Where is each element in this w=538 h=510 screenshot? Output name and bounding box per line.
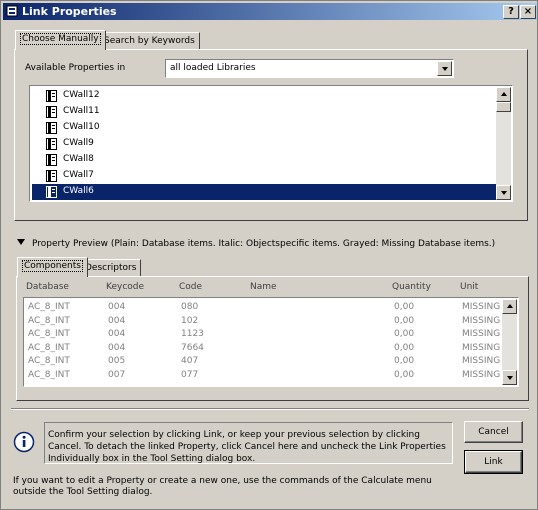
column-header[interactable]: Database bbox=[26, 282, 69, 292]
library-list[interactable]: CWall12 CWall11 CWall10 CWall9 CWall8 CWall7 C… bbox=[29, 85, 513, 202]
table-cell: AC_8_INT bbox=[28, 315, 70, 326]
table-cell: MISSING bbox=[462, 369, 501, 380]
list-item[interactable]: CWall10 bbox=[32, 120, 496, 136]
list-item[interactable]: CWall11 bbox=[32, 104, 496, 120]
tab-components-label: Components bbox=[22, 260, 83, 272]
window-title: Link Properties bbox=[22, 5, 117, 18]
library-name: CWall9 bbox=[63, 138, 94, 148]
list-item[interactable]: CWall7 bbox=[32, 168, 496, 184]
link-button[interactable]: Link bbox=[464, 450, 523, 474]
tab-descriptors[interactable]: Descriptors bbox=[80, 259, 142, 277]
collapse-triangle-icon[interactable] bbox=[17, 239, 26, 247]
library-name: CWall8 bbox=[63, 154, 94, 164]
table-cell: 407 bbox=[181, 356, 199, 366]
components-grid[interactable]: AC_8_INT 004 080 0,00 MISSING AC_8_INT 004 102 0… bbox=[23, 297, 519, 387]
scroll-down-button[interactable] bbox=[496, 185, 511, 200]
column-header[interactable]: Keycode bbox=[106, 282, 144, 292]
scroll-thumb[interactable] bbox=[496, 102, 511, 112]
table-row[interactable]: AC_8_INT 004 102 0,00 MISSING bbox=[26, 315, 506, 329]
list-item[interactable]: CWall12 bbox=[32, 88, 496, 104]
column-header[interactable]: Quantity bbox=[392, 282, 431, 292]
library-file-icon bbox=[46, 170, 57, 182]
table-cell: 0,00 bbox=[394, 342, 415, 353]
library-list-scrollbar[interactable] bbox=[496, 87, 511, 200]
library-name: CWall7 bbox=[63, 170, 94, 180]
list-item[interactable]: CWall9 bbox=[32, 136, 496, 152]
table-cell: MISSING bbox=[462, 315, 501, 326]
table-cell: 0,00 bbox=[394, 356, 415, 366]
scroll-up-button[interactable] bbox=[496, 87, 511, 102]
dropdown-arrow-icon[interactable] bbox=[437, 61, 452, 76]
grid-scroll-down-button[interactable] bbox=[502, 370, 517, 385]
tab-components[interactable]: Components bbox=[17, 257, 88, 277]
table-row[interactable]: AC_8_INT 004 080 0,00 MISSING bbox=[26, 301, 506, 315]
table-cell: MISSING bbox=[462, 342, 501, 353]
table-cell: AC_8_INT bbox=[28, 329, 70, 339]
table-row[interactable]: AC_8_INT 007 077 0,00 MISSING bbox=[26, 369, 506, 383]
table-cell: 004 bbox=[108, 315, 126, 326]
separator bbox=[11, 408, 529, 410]
library-name: CWall11 bbox=[63, 106, 100, 116]
library-name: CWall10 bbox=[63, 122, 100, 132]
app-icon bbox=[6, 5, 18, 17]
table-cell: 004 bbox=[108, 342, 126, 353]
library-file-icon bbox=[46, 138, 57, 150]
table-cell: 004 bbox=[108, 302, 126, 312]
library-name: CWall6 bbox=[63, 186, 94, 196]
info-icon bbox=[13, 431, 35, 453]
info-message-box: Confirm your selection by clicking Link,… bbox=[44, 422, 453, 464]
list-item[interactable]: CWall8 bbox=[32, 152, 496, 168]
link-properties-dialog: Link Properties ? × Choose Manually Sear… bbox=[0, 0, 538, 510]
list-item[interactable]: CWall6 bbox=[32, 184, 496, 200]
library-scope-select[interactable]: all loaded Libraries bbox=[165, 59, 454, 78]
tab-descriptors-label: Descriptors bbox=[85, 263, 137, 273]
table-cell: 004 bbox=[108, 329, 126, 339]
table-cell: 0,00 bbox=[394, 369, 415, 380]
info-message-text: Confirm your selection by clicking Link,… bbox=[48, 430, 446, 464]
table-row[interactable]: AC_8_INT 004 1123 0,00 MISSING bbox=[26, 328, 506, 342]
library-file-icon bbox=[46, 122, 57, 134]
library-name: CWall12 bbox=[63, 90, 100, 100]
column-header[interactable]: Code bbox=[179, 282, 202, 292]
table-cell: MISSING bbox=[462, 302, 501, 312]
table-cell: AC_8_INT bbox=[28, 369, 70, 380]
tab-search-by-keywords[interactable]: Search by Keywords bbox=[99, 32, 200, 50]
column-header[interactable]: Name bbox=[250, 282, 277, 292]
tab-search-by-keywords-label: Search by Keywords bbox=[104, 36, 195, 46]
table-cell: AC_8_INT bbox=[28, 302, 70, 312]
footnote-text: If you want to edit a Property or create… bbox=[13, 476, 432, 497]
help-button[interactable]: ? bbox=[503, 5, 519, 19]
table-cell: 005 bbox=[108, 356, 126, 366]
table-cell: 1123 bbox=[181, 329, 204, 339]
table-cell: 0,00 bbox=[394, 315, 415, 326]
grid-scroll-up-button[interactable] bbox=[502, 299, 517, 314]
tab-choose-manually-label: Choose Manually bbox=[20, 33, 101, 45]
library-file-icon bbox=[46, 106, 57, 118]
column-header[interactable]: Unit bbox=[460, 282, 478, 292]
table-cell: AC_8_INT bbox=[28, 356, 70, 366]
tab-choose-manually[interactable]: Choose Manually bbox=[15, 30, 106, 50]
available-properties-label: Available Properties in bbox=[25, 63, 126, 73]
table-cell: 0,00 bbox=[394, 302, 415, 312]
table-cell: 080 bbox=[181, 302, 199, 312]
table-cell: 7664 bbox=[181, 342, 204, 353]
table-row[interactable]: AC_8_INT 004 7664 0,00 MISSING bbox=[26, 342, 506, 356]
property-preview-label: Property Preview (Plain: Database items.… bbox=[32, 239, 496, 249]
library-scope-value: all loaded Libraries bbox=[170, 63, 256, 73]
library-file-icon bbox=[46, 90, 57, 102]
close-button[interactable]: × bbox=[520, 5, 536, 19]
cancel-button[interactable]: Cancel bbox=[464, 421, 523, 443]
table-cell: 007 bbox=[108, 369, 126, 380]
components-grid-scrollbar[interactable] bbox=[502, 299, 517, 385]
table-cell: MISSING bbox=[462, 329, 501, 339]
table-cell: 0,00 bbox=[394, 329, 415, 339]
library-file-icon bbox=[46, 154, 57, 166]
library-file-icon bbox=[46, 186, 57, 198]
table-cell: 102 bbox=[181, 315, 199, 326]
table-cell: AC_8_INT bbox=[28, 342, 70, 353]
title-bar[interactable]: Link Properties ? × bbox=[3, 3, 537, 20]
table-row[interactable]: AC_8_INT 005 407 0,00 MISSING bbox=[26, 355, 506, 369]
table-cell: MISSING bbox=[462, 356, 501, 366]
table-cell: 077 bbox=[181, 369, 199, 380]
